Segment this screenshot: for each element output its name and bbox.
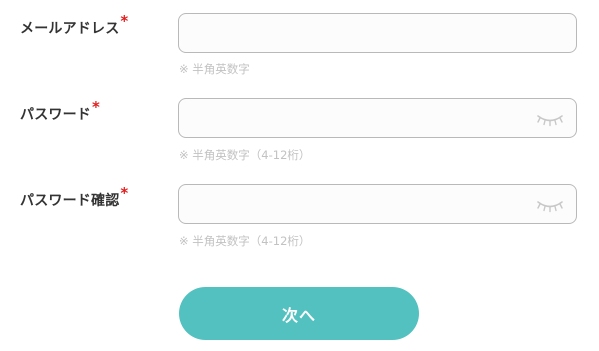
required-mark: * (120, 12, 129, 30)
registration-form: メールアドレス* ※ 半角英数字 パスワード* ※ 半角英数字（4-12桁） パ… (0, 0, 599, 351)
password-confirm-label: パスワード確認* (20, 184, 128, 210)
password-label-text: パスワード (20, 107, 91, 123)
password-hint: ※ 半角英数字（4-12桁） (179, 148, 311, 162)
password-label: パスワード* (20, 98, 100, 124)
next-button[interactable]: 次へ (179, 287, 419, 340)
email-hint: ※ 半角英数字 (179, 62, 250, 76)
required-mark: * (92, 98, 101, 116)
email-input[interactable] (178, 13, 577, 53)
eye-closed-icon[interactable] (535, 198, 565, 213)
password-confirm-hint: ※ 半角英数字（4-12桁） (179, 234, 311, 248)
password-confirm-input[interactable] (178, 184, 577, 224)
email-label-text: メールアドレス (20, 21, 120, 37)
required-mark: * (120, 184, 129, 202)
password-input[interactable] (178, 98, 577, 138)
eye-closed-icon[interactable] (535, 112, 565, 127)
password-confirm-label-text: パスワード確認 (20, 193, 120, 209)
email-label: メールアドレス* (20, 12, 128, 38)
